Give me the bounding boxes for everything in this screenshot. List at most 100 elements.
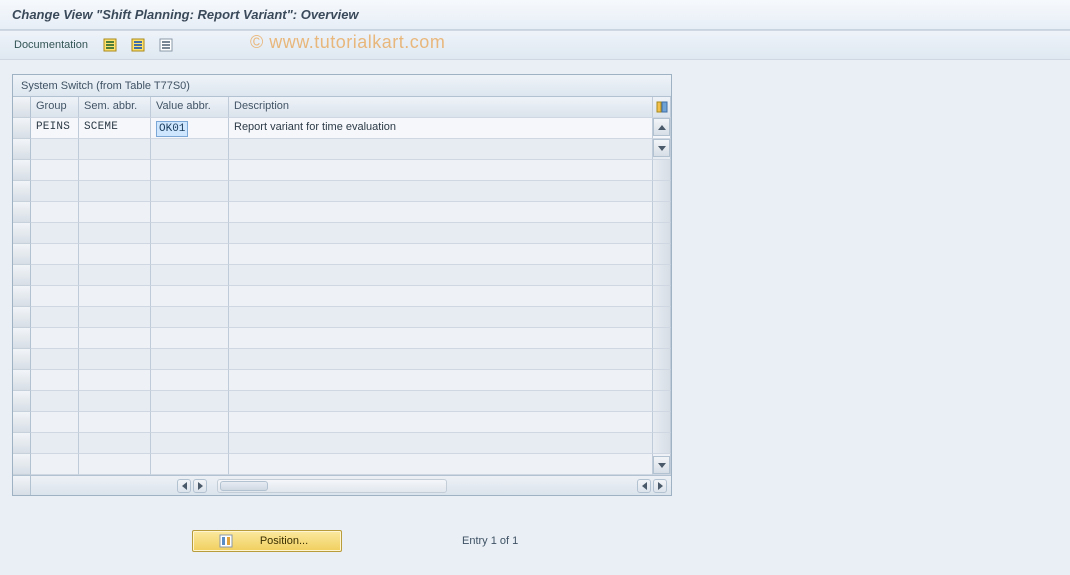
cell-group [31,370,79,391]
col-header-group[interactable]: Group [31,97,79,118]
cell-desc [229,286,653,307]
config-list-icon[interactable] [156,35,176,55]
cell-val[interactable] [151,454,229,475]
cell-val[interactable] [151,328,229,349]
vscroll-track[interactable] [653,244,670,264]
vscroll-track[interactable] [653,433,670,453]
cell-val[interactable]: OK01 [151,118,229,139]
col-header-val[interactable]: Value abbr. [151,97,229,118]
vscroll-track[interactable] [653,202,670,222]
vscroll-track[interactable] [653,265,670,285]
table-row[interactable] [13,307,671,328]
vscroll-track[interactable] [653,286,670,306]
cell-val[interactable] [151,433,229,454]
cell-val[interactable] [151,202,229,223]
table-row[interactable] [13,160,671,181]
row-handle[interactable] [13,118,31,139]
col-header-desc[interactable]: Description [229,97,653,118]
cell-group [31,181,79,202]
value-input[interactable]: OK01 [156,121,188,137]
cell-val[interactable] [151,286,229,307]
row-handle[interactable] [13,307,31,328]
cell-group [31,160,79,181]
cell-val[interactable] [151,160,229,181]
vscroll-track[interactable] [653,391,670,411]
table-row[interactable] [13,286,671,307]
table-row[interactable] [13,349,671,370]
cell-group [31,454,79,475]
cell-val[interactable] [151,223,229,244]
position-button[interactable]: Position... [192,530,342,552]
table-row[interactable] [13,328,671,349]
vscroll-track[interactable] [653,160,670,180]
table-row[interactable] [13,412,671,433]
vscroll-track[interactable] [653,181,670,201]
table-row[interactable] [13,181,671,202]
vscroll-segment [653,433,671,454]
col-header-sem[interactable]: Sem. abbr. [79,97,151,118]
cell-desc: Report variant for time evaluation [229,118,653,139]
row-handle[interactable] [13,433,31,454]
scroll-up-button[interactable] [653,118,670,136]
row-handle[interactable] [13,223,31,244]
cell-val[interactable] [151,391,229,412]
table-row[interactable] [13,391,671,412]
vscroll-track[interactable] [653,328,670,348]
hscroll-right-button[interactable] [193,479,207,493]
row-handle-footer [13,476,31,495]
row-handle[interactable] [13,181,31,202]
table-row[interactable]: PEINS SCEME OK01 Report variant for time… [13,118,671,139]
cell-sem [79,433,151,454]
vscroll-track[interactable] [653,349,670,369]
table-row[interactable] [13,223,671,244]
hscroll-left-button[interactable] [177,479,191,493]
table-row[interactable] [13,433,671,454]
table-row[interactable] [13,244,671,265]
row-handle[interactable] [13,370,31,391]
scroll-down-button[interactable] [653,139,670,157]
select-all-icon[interactable] [100,35,120,55]
hscroll-track[interactable] [217,479,447,493]
row-handle[interactable] [13,454,31,475]
cell-sem [79,160,151,181]
cell-val[interactable] [151,370,229,391]
cell-val[interactable] [151,307,229,328]
row-handle[interactable] [13,202,31,223]
row-handle[interactable] [13,139,31,160]
table-row[interactable] [13,370,671,391]
table-row[interactable] [13,454,671,475]
content-area: System Switch (from Table T77S0) Group S… [0,60,1070,562]
hscroll-right-button-2[interactable] [653,479,667,493]
hscroll-left-button-2[interactable] [637,479,651,493]
table-row[interactable] [13,139,671,160]
cell-desc [229,244,653,265]
cell-desc [229,370,653,391]
cell-val[interactable] [151,412,229,433]
vscroll-track[interactable] [653,307,670,327]
vscroll-track[interactable] [653,370,670,390]
cell-val[interactable] [151,139,229,160]
row-handle[interactable] [13,328,31,349]
scroll-down-end-button[interactable] [653,456,670,474]
row-handle[interactable] [13,412,31,433]
cell-val[interactable] [151,181,229,202]
table-row[interactable] [13,202,671,223]
hscroll-thumb[interactable] [220,481,268,491]
vscroll-track[interactable] [653,223,670,243]
cell-val[interactable] [151,349,229,370]
table-row[interactable] [13,265,671,286]
cell-val[interactable] [151,265,229,286]
row-handle[interactable] [13,391,31,412]
deselect-all-icon[interactable] [128,35,148,55]
row-handle[interactable] [13,244,31,265]
cell-group [31,391,79,412]
row-handle[interactable] [13,286,31,307]
row-handle[interactable] [13,349,31,370]
table-config-button[interactable] [653,97,671,118]
row-handle[interactable] [13,265,31,286]
vscroll-track[interactable] [653,412,670,432]
cell-group [31,307,79,328]
row-handle[interactable] [13,160,31,181]
cell-val[interactable] [151,244,229,265]
documentation-button[interactable]: Documentation [10,37,92,53]
